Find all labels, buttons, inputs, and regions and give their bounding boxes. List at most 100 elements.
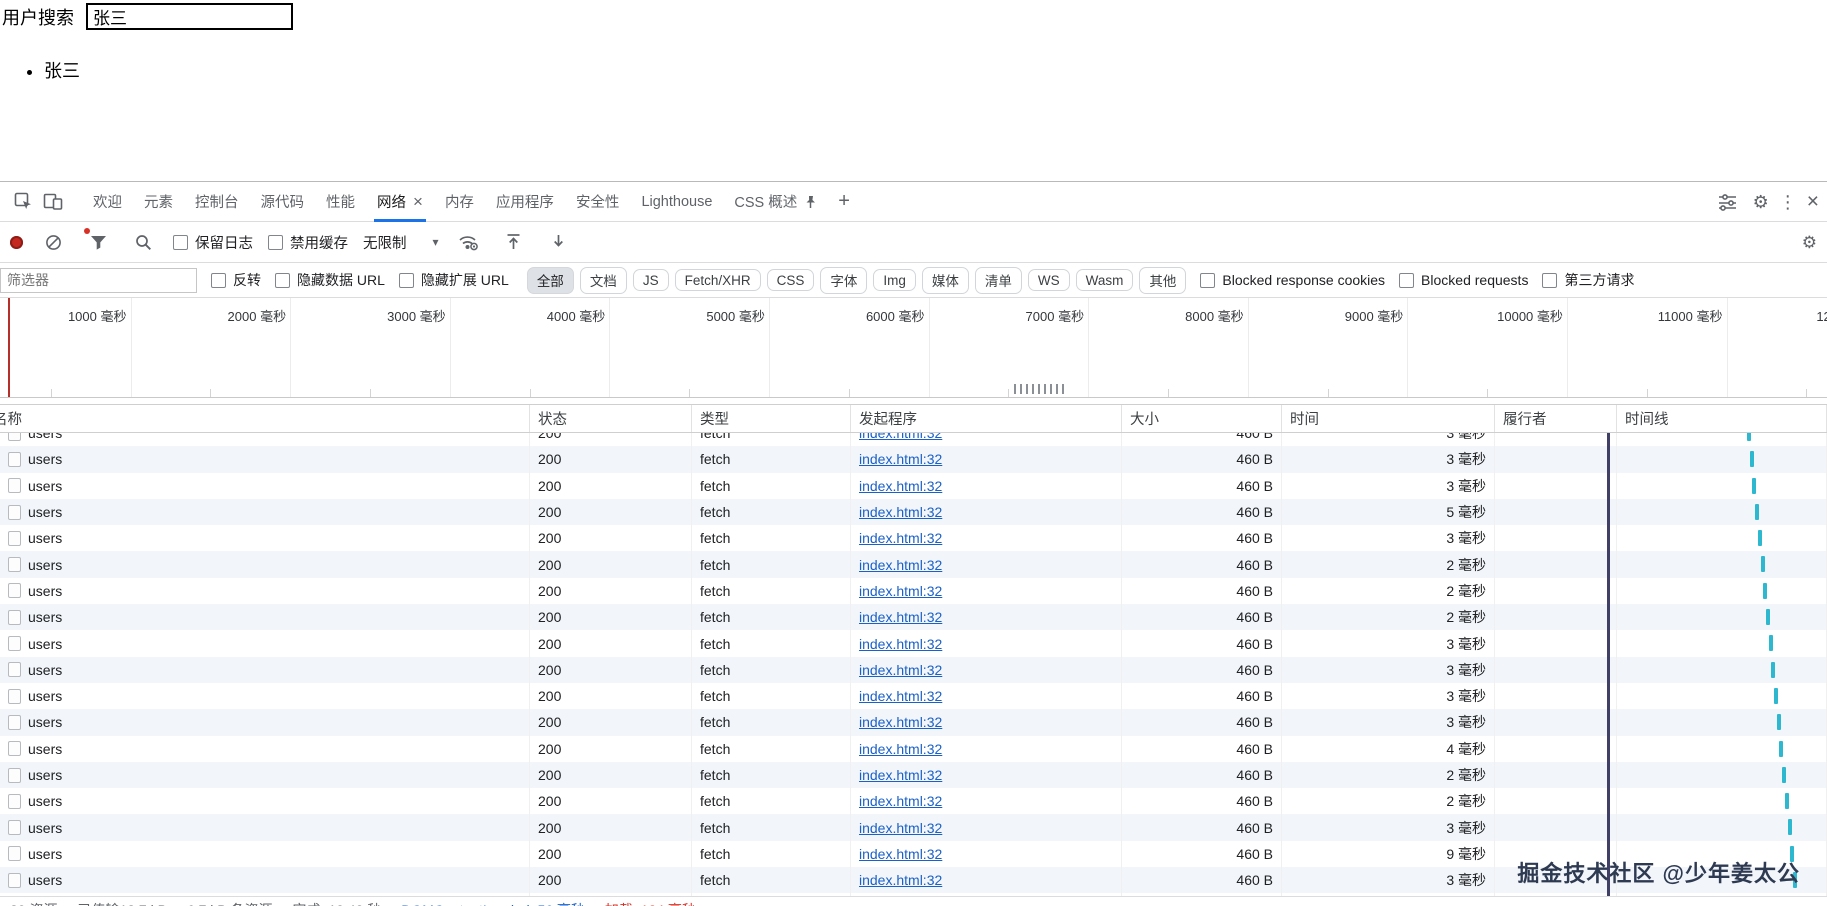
column-header[interactable]: 大小 bbox=[1122, 405, 1282, 432]
filter-pill-fetch-xhr[interactable]: Fetch/XHR bbox=[674, 269, 761, 291]
network-table[interactable]: users 200 fetch index.html:32 460 B 3 毫秒… bbox=[0, 433, 1827, 896]
filter-pill-all[interactable]: 全部 bbox=[526, 266, 574, 294]
initiator-link[interactable]: index.html:32 bbox=[859, 767, 942, 783]
third-party-checkbox[interactable] bbox=[1542, 272, 1558, 288]
table-row[interactable]: users 200 fetch index.html:32 460 B 3 毫秒 bbox=[0, 814, 1827, 841]
hide-data-url-checkbox[interactable] bbox=[275, 272, 290, 288]
tab-network[interactable]: 网络 × bbox=[366, 182, 434, 222]
throttling-select[interactable]: 无限制 ▾ bbox=[363, 232, 439, 253]
initiator-link[interactable]: index.html:32 bbox=[859, 793, 942, 809]
record-button[interactable] bbox=[10, 235, 23, 249]
table-row[interactable]: users 200 fetch index.html:32 460 B 3 毫秒 bbox=[0, 630, 1827, 657]
device-toolbar-icon[interactable] bbox=[38, 187, 68, 217]
filter-pill-font[interactable]: 字体 bbox=[820, 266, 868, 294]
initiator-link[interactable]: index.html:32 bbox=[859, 846, 942, 862]
column-header[interactable]: 名称 bbox=[0, 405, 530, 432]
table-row[interactable]: users 200 fetch index.html:32 460 B 2 毫秒 bbox=[0, 604, 1827, 631]
tab-memory[interactable]: 内存 bbox=[434, 182, 485, 221]
tab-elements[interactable]: 元素 bbox=[133, 182, 184, 221]
initiator-link[interactable]: index.html:32 bbox=[859, 688, 942, 704]
invert-checkbox[interactable] bbox=[211, 272, 226, 288]
table-row[interactable]: users 200 fetch index.html:32 460 B 3 毫秒 bbox=[0, 656, 1827, 683]
settings-sliders-icon[interactable] bbox=[1713, 187, 1743, 217]
tab-console[interactable]: 控制台 bbox=[184, 182, 250, 221]
blocked-cookies-checkbox[interactable] bbox=[1200, 272, 1216, 288]
table-row[interactable]: users 200 fetch index.html:32 460 B 3 毫秒 bbox=[0, 682, 1827, 710]
devtools-close-icon[interactable]: × bbox=[1807, 191, 1819, 212]
hide-extension-url-checkbox[interactable] bbox=[398, 272, 414, 288]
filter-pill-other[interactable]: 其他 bbox=[1139, 266, 1187, 294]
table-row[interactable]: users 200 fetch index.html:32 460 B 4 毫秒 bbox=[0, 735, 1827, 762]
initiator-link[interactable]: index.html:32 bbox=[859, 583, 942, 599]
timeline-overview[interactable]: 1000 毫秒 2000 毫秒 3000 毫秒 4000 毫秒 5000 毫秒 6000 … bbox=[0, 298, 1827, 398]
filter-pill-media[interactable]: 媒体 bbox=[921, 266, 969, 294]
table-row[interactable]: users 200 fetch index.html:32 460 B 2 毫秒 bbox=[0, 761, 1827, 789]
table-row[interactable]: users 200 fetch index.html:32 460 B 5 毫秒 bbox=[0, 498, 1827, 526]
column-header[interactable]: 状态 bbox=[530, 405, 692, 432]
network-conditions-icon[interactable] bbox=[454, 227, 484, 257]
new-tab-button[interactable]: + bbox=[828, 190, 860, 213]
column-header[interactable]: 履行者 bbox=[1495, 405, 1617, 432]
network-settings-gear-icon[interactable]: ⚙ bbox=[1802, 234, 1817, 251]
filter-pill-js[interactable]: JS bbox=[632, 269, 669, 291]
initiator-link[interactable]: index.html:32 bbox=[859, 557, 942, 573]
filter-pill-wasm[interactable]: Wasm bbox=[1075, 269, 1134, 291]
ruler-tick bbox=[1407, 298, 1409, 397]
tab-security[interactable]: 安全性 bbox=[565, 182, 631, 221]
filter-pill-ws[interactable]: WS bbox=[1027, 269, 1070, 291]
filter-pill-img[interactable]: Img bbox=[873, 269, 916, 291]
tab-css-overview[interactable]: CSS 概述 bbox=[723, 182, 828, 221]
filter-input[interactable] bbox=[0, 267, 197, 293]
import-har-icon[interactable] bbox=[499, 227, 529, 257]
blocked-requests-checkbox[interactable] bbox=[1399, 272, 1415, 288]
filter-pill-manifest[interactable]: 清单 bbox=[974, 266, 1022, 294]
clear-icon[interactable] bbox=[38, 227, 68, 257]
column-header[interactable]: 时间线 bbox=[1617, 405, 1827, 432]
more-options-kebab-icon[interactable]: ⋮ bbox=[1779, 193, 1797, 211]
initiator-link[interactable]: index.html:32 bbox=[859, 820, 942, 836]
search-label: 用户搜索 bbox=[2, 7, 74, 28]
initiator-link[interactable]: index.html:32 bbox=[859, 478, 942, 494]
column-header[interactable]: 类型 bbox=[692, 405, 851, 432]
initiator-link[interactable]: index.html:32 bbox=[859, 662, 942, 678]
inspect-icon[interactable] bbox=[8, 187, 38, 217]
request-icon bbox=[8, 688, 21, 704]
initiator-link[interactable]: index.html:32 bbox=[859, 636, 942, 652]
tab-application[interactable]: 应用程序 bbox=[485, 182, 565, 221]
table-row[interactable]: users 200 fetch index.html:32 460 B 2 毫秒 bbox=[0, 788, 1827, 815]
settings-gear-icon[interactable]: ⚙ bbox=[1753, 193, 1769, 211]
initiator-link[interactable]: index.html:32 bbox=[859, 504, 942, 520]
tab-welcome[interactable]: 欢迎 bbox=[82, 182, 133, 221]
request-icon bbox=[8, 583, 21, 599]
export-har-icon[interactable] bbox=[544, 227, 574, 257]
initiator-link[interactable]: index.html:32 bbox=[859, 451, 942, 467]
table-row[interactable]: users 200 fetch index.html:32 460 B 2 毫秒 bbox=[0, 551, 1827, 578]
table-row[interactable]: users 200 fetch index.html:32 460 B 3 毫秒 bbox=[0, 709, 1827, 736]
initiator-link[interactable]: index.html:32 bbox=[859, 433, 942, 441]
filter-pill-doc[interactable]: 文档 bbox=[579, 266, 627, 294]
disable-cache-checkbox[interactable] bbox=[268, 234, 283, 250]
table-row[interactable]: users 200 fetch index.html:32 460 B 3 毫秒 bbox=[0, 472, 1827, 499]
table-row[interactable]: users 200 fetch index.html:32 460 B 3 毫秒 bbox=[0, 446, 1827, 473]
filter-funnel-icon[interactable] bbox=[83, 227, 113, 257]
column-header[interactable]: 发起程序 bbox=[851, 405, 1122, 432]
tab-performance[interactable]: 性能 bbox=[315, 182, 366, 221]
table-row[interactable]: users 200 fetch index.html:32 460 B 2 毫秒 bbox=[0, 577, 1827, 605]
tab-lighthouse[interactable]: Lighthouse bbox=[630, 182, 723, 221]
initiator-link[interactable]: index.html:32 bbox=[859, 872, 942, 888]
initiator-link[interactable]: index.html:32 bbox=[859, 714, 942, 730]
user-search-input[interactable] bbox=[86, 3, 293, 30]
filter-pill-css[interactable]: CSS bbox=[766, 269, 815, 291]
preserve-log-checkbox[interactable] bbox=[173, 234, 188, 250]
table-row[interactable]: users 200 fetch index.html:32 460 B 3 毫秒 bbox=[0, 433, 1827, 447]
table-row[interactable]: users 200 fetch index.html:32 460 B 3 毫秒 bbox=[0, 525, 1827, 552]
initiator-link[interactable]: index.html:32 bbox=[859, 741, 942, 757]
initiator-link[interactable]: index.html:32 bbox=[859, 530, 942, 546]
initiator-link[interactable]: index.html:32 bbox=[859, 609, 942, 625]
tab-sources[interactable]: 源代码 bbox=[250, 182, 316, 221]
overview-activity-tick bbox=[1062, 384, 1064, 394]
tab-close-icon[interactable]: × bbox=[413, 193, 423, 210]
ruler-minor-tick bbox=[1806, 389, 1808, 397]
search-icon[interactable] bbox=[128, 227, 158, 257]
column-header[interactable]: 时间 bbox=[1282, 405, 1495, 432]
